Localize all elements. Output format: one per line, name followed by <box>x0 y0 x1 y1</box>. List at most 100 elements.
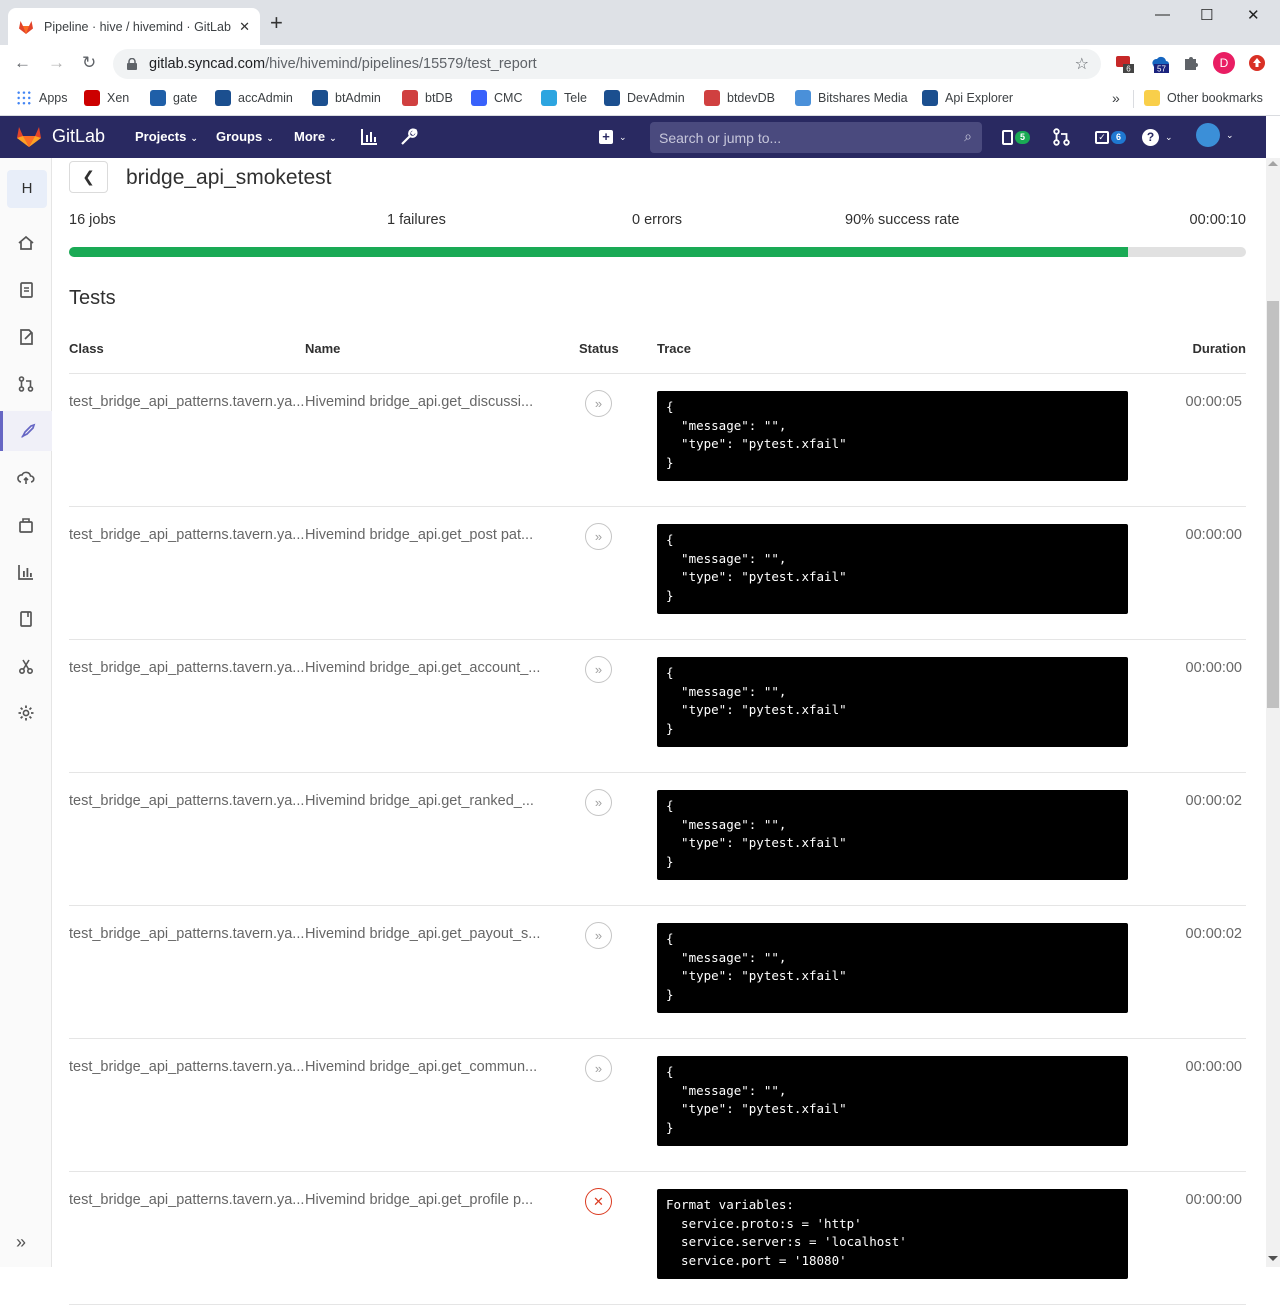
bookmark-item[interactable]: accAdmin <box>215 90 293 106</box>
activity-chart-icon[interactable] <box>361 128 378 145</box>
browser-tab[interactable]: Pipeline · hive / hivemind · GitLab ✕ <box>8 8 260 45</box>
extension-cloud-icon[interactable]: 57 <box>1150 53 1170 73</box>
reload-icon[interactable]: ↻ <box>82 53 96 73</box>
search-icon: ⌕ <box>964 128 972 144</box>
sidebar-item-snippets[interactable] <box>0 646 52 686</box>
project-avatar[interactable]: H <box>7 170 47 208</box>
sidebar-item-repository[interactable] <box>0 270 52 310</box>
analytics-chart-icon <box>18 565 33 580</box>
sidebar-item-wiki[interactable] <box>0 599 52 639</box>
collapse-sidebar-icon[interactable]: » <box>16 1232 26 1253</box>
total-duration: 00:00:10 <box>1189 212 1246 228</box>
extension-update-icon[interactable] <box>1247 53 1267 73</box>
trace-output: { "message": "", "type": "pytest.xfail" … <box>657 657 1128 747</box>
bookmark-item[interactable]: Api Explorer <box>922 90 1013 106</box>
help-dropdown[interactable]: ? ⌄ <box>1142 127 1173 147</box>
bookmark-item[interactable]: DevAdmin <box>604 90 685 106</box>
user-menu[interactable]: ⌄ <box>1196 123 1234 147</box>
back-arrow-icon[interactable]: ← <box>14 53 31 73</box>
bookmark-item[interactable]: Apps <box>16 90 68 106</box>
table-row: test_bridge_api_patterns.tavern.ya... Hiv… <box>69 640 1246 773</box>
bookmark-label: Xen <box>107 91 130 105</box>
test-duration: 00:00:00 <box>1185 527 1242 543</box>
browser-toolbar: ← → ↻ gitlab.syncad.com/hive/hivemind/pi… <box>0 45 1280 82</box>
bookmark-label: Apps <box>39 91 68 105</box>
package-icon <box>19 518 33 533</box>
other-bookmarks[interactable]: Other bookmarks <box>1144 90 1263 106</box>
scroll-down-arrow-icon[interactable] <box>1268 1256 1278 1261</box>
telegram-icon <box>541 90 557 106</box>
extensions-puzzle-icon[interactable] <box>1181 53 1201 73</box>
sidebar-item-operations[interactable] <box>0 458 52 498</box>
bookmark-item[interactable]: Bitshares Media <box>795 90 908 106</box>
nav-projects[interactable]: Projects ⌄ <box>135 129 198 144</box>
todos-link[interactable]: ✓ 6 <box>1095 127 1126 147</box>
gitlab-home-link[interactable]: GitLab <box>16 124 105 148</box>
bookmark-item[interactable]: gate <box>150 90 197 106</box>
home-icon <box>18 235 34 250</box>
tab-title: Pipeline · hive / hivemind · GitLab <box>44 19 231 34</box>
issues-link[interactable]: 5 <box>1002 127 1030 147</box>
tab-close-icon[interactable]: ✕ <box>239 19 250 35</box>
issues-count-badge: 5 <box>1015 130 1030 144</box>
trace-output: { "message": "", "type": "pytest.xfail" … <box>657 391 1128 481</box>
sidebar-item-settings[interactable] <box>0 693 52 733</box>
bookmarks-overflow-icon[interactable]: » <box>1112 90 1120 106</box>
nav-projects-label: Projects <box>135 129 187 144</box>
maximize-icon[interactable]: ☐ <box>1200 6 1213 24</box>
sidebar-item-merge-requests[interactable] <box>0 364 52 404</box>
test-class: test_bridge_api_patterns.tavern.ya... <box>69 660 305 676</box>
bookmark-item[interactable]: btAdmin <box>312 90 381 106</box>
nav-groups[interactable]: Groups ⌄ <box>216 129 274 144</box>
forward-arrow-icon[interactable]: → <box>48 53 65 73</box>
success-progress-fill <box>69 247 1129 257</box>
column-header-status: Status <box>579 341 619 356</box>
chevron-down-icon: ⌄ <box>1165 131 1173 142</box>
test-name: Hivemind bridge_api.get_profile p... <box>305 1192 534 1208</box>
bookmark-label: gate <box>173 91 198 105</box>
apps-grid-icon <box>16 90 32 106</box>
profile-avatar[interactable]: D <box>1213 52 1235 74</box>
scroll-up-arrow-icon[interactable] <box>1268 161 1278 166</box>
window-close-icon[interactable]: ✕ <box>1247 6 1260 24</box>
trace-output: Format variables: service.proto:s = 'htt… <box>657 1189 1128 1279</box>
plus-square-icon: + <box>599 130 613 144</box>
nav-more[interactable]: More ⌄ <box>294 129 337 144</box>
chevron-down-icon: ⌄ <box>619 131 627 142</box>
bookmarks-bar: Apps Xen gate accAdmin btAdmin btDB CMC Tele Dev… <box>0 82 1280 116</box>
ext-badge-2: 57 <box>1157 65 1166 74</box>
sidebar-item-ci-cd[interactable] <box>0 411 52 451</box>
bookmark-label: Tele <box>564 91 587 105</box>
test-class: test_bridge_api_patterns.tavern.ya... <box>69 394 305 410</box>
bookmark-item[interactable]: CMC <box>471 90 522 106</box>
sidebar-item-analytics[interactable] <box>0 552 52 592</box>
chevron-down-icon: ⌄ <box>329 133 337 143</box>
bookmark-item[interactable]: btdevDB <box>704 90 775 106</box>
bookmark-star-icon[interactable]: ☆ <box>1075 54 1089 74</box>
admin-wrench-icon[interactable] <box>400 128 418 146</box>
column-header-name: Name <box>305 341 341 356</box>
bitshares-icon <box>604 90 620 106</box>
bookmark-item[interactable]: btDB <box>402 90 453 106</box>
test-duration: 00:00:00 <box>1185 660 1242 676</box>
test-duration: 00:00:02 <box>1185 926 1242 942</box>
merge-requests-icon[interactable] <box>1053 128 1070 146</box>
address-bar[interactable]: gitlab.syncad.com/hive/hivemind/pipeline… <box>113 49 1101 79</box>
db-icon <box>704 90 720 106</box>
sidebar-item-packages[interactable] <box>0 505 52 545</box>
back-button[interactable]: ❮ <box>69 161 108 193</box>
sidebar-item-project-overview[interactable] <box>0 223 52 263</box>
column-header-class: Class <box>69 341 104 356</box>
scrollbar-thumb[interactable] <box>1267 301 1279 708</box>
test-name: Hivemind bridge_api.get_account_... <box>305 660 541 676</box>
status-skipped-icon: » <box>585 523 612 550</box>
extension-mail-icon[interactable]: 6 <box>1115 53 1135 73</box>
bookmark-item[interactable]: Tele <box>541 90 587 106</box>
sidebar-item-issues[interactable] <box>0 317 52 357</box>
new-tab-icon[interactable]: + <box>270 12 283 34</box>
new-dropdown[interactable]: + ⌄ <box>599 127 627 147</box>
search-input[interactable]: Search or jump to... ⌕ <box>650 122 982 153</box>
bookmark-item[interactable]: Xen <box>84 90 129 106</box>
minimize-icon[interactable]: — <box>1155 6 1170 23</box>
bookmark-label: btAdmin <box>335 91 381 105</box>
